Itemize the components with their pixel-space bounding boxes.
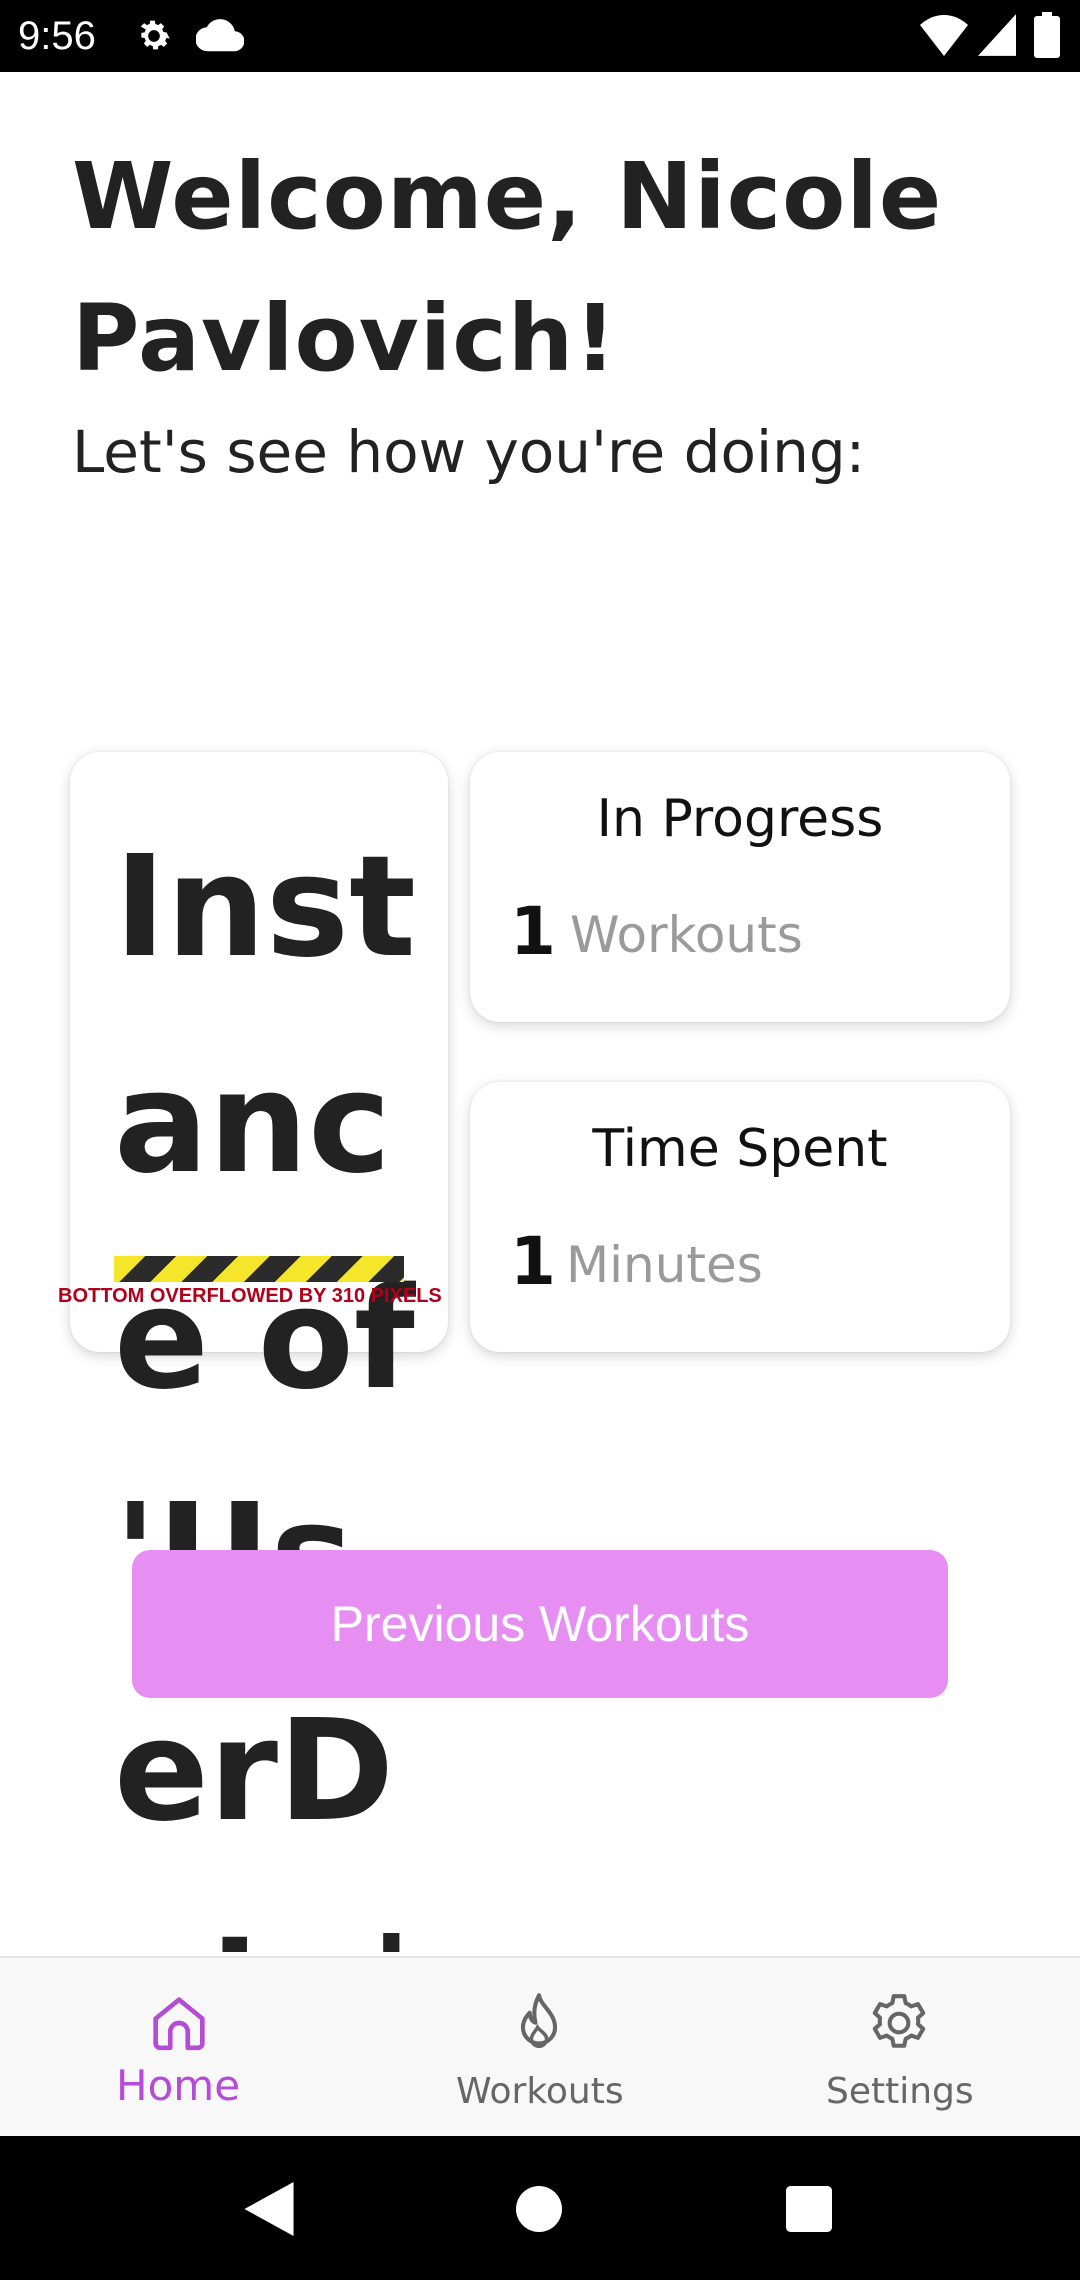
in-progress-title: In Progress	[596, 789, 884, 849]
recents-icon[interactable]	[786, 2186, 832, 2232]
in-progress-unit: Workouts	[570, 906, 803, 964]
nav-item-home[interactable]: Home	[0, 1958, 360, 2138]
time-spent-title: Time Spent	[592, 1119, 888, 1179]
bottom-navigation: Home Workouts Settings	[0, 1956, 1080, 2136]
settings-gear-icon	[872, 1994, 926, 2048]
cloud-icon	[196, 19, 244, 52]
time-spent-card: Time Spent 1 Minutes	[470, 1082, 1010, 1352]
nav-item-workouts[interactable]: Workouts	[360, 1958, 720, 2138]
overflow-error-label: BOTTOM OVERFLOWED BY 310 PIXELS	[58, 1285, 442, 1307]
time-spent-value: 1	[510, 1223, 556, 1300]
nav-item-settings[interactable]: Settings	[720, 1958, 1080, 2138]
gear-icon	[140, 20, 170, 50]
wifi-icon	[920, 15, 968, 56]
flame-icon	[520, 1993, 558, 2049]
home-icon	[153, 1997, 205, 2051]
nav-label-workouts: Workouts	[456, 2071, 624, 2112]
subtitle: Let's see how you're doing:	[72, 418, 866, 486]
time-spent-unit: Minutes	[566, 1236, 763, 1294]
status-bar: 9:56	[0, 0, 1080, 72]
back-icon[interactable]	[244, 2182, 294, 2236]
welcome-heading: Welcome, Nicole Pavlovich!	[72, 143, 943, 392]
previous-workouts-button[interactable]: Previous Workouts	[132, 1550, 948, 1698]
battery-icon	[1034, 12, 1060, 58]
in-progress-card: In Progress 1 Workouts	[470, 752, 1010, 1022]
home-circle-icon[interactable]	[516, 2186, 562, 2232]
status-time: 9:56	[18, 14, 96, 58]
system-navigation-bar	[0, 2136, 1080, 2280]
nav-label-home: Home	[116, 2061, 241, 2110]
nav-label-settings: Settings	[826, 2071, 974, 2112]
cell-signal-icon	[978, 14, 1016, 56]
in-progress-value: 1	[510, 893, 556, 970]
overflow-warning-stripe	[114, 1256, 404, 1282]
user-data-text: Instance of 'UserData'	[114, 826, 417, 1952]
